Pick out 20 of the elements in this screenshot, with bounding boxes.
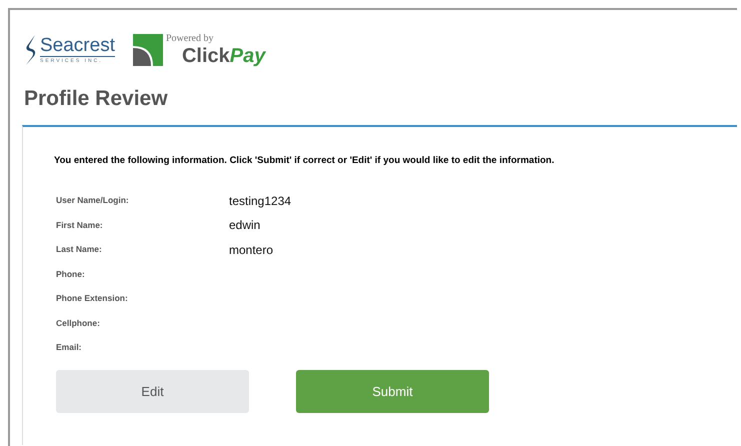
- field-label: Last Name:: [56, 243, 103, 256]
- logo-name: Seacrest: [40, 36, 115, 57]
- clickpay-mark-icon: [132, 34, 163, 66]
- submit-button[interactable]: Submit: [296, 370, 489, 413]
- logo-click-text: Click: [182, 46, 230, 66]
- field-label: Phone:: [56, 268, 86, 280]
- field-value: testing1234: [229, 192, 292, 210]
- field-label: Cellphone:: [56, 316, 101, 330]
- field-label: Email:: [56, 341, 83, 354]
- powered-by-text: Powered by: [166, 34, 214, 44]
- logo-pay-text: Pay: [230, 46, 266, 66]
- field-label: Phone Extension:: [56, 292, 129, 305]
- edit-button[interactable]: Edit: [56, 370, 249, 413]
- swirl-icon: [24, 34, 38, 66]
- field-value: edwin: [229, 217, 260, 234]
- field-label: First Name:: [56, 218, 104, 232]
- page-title: Profile Review: [24, 88, 169, 109]
- field-value: montero: [229, 242, 274, 258]
- instructions-text: You entered the following information. Click 'Submit' if correct or 'Edit' if you would like to edit the information.: [54, 154, 556, 168]
- field-label: User Name/Login:: [56, 194, 130, 207]
